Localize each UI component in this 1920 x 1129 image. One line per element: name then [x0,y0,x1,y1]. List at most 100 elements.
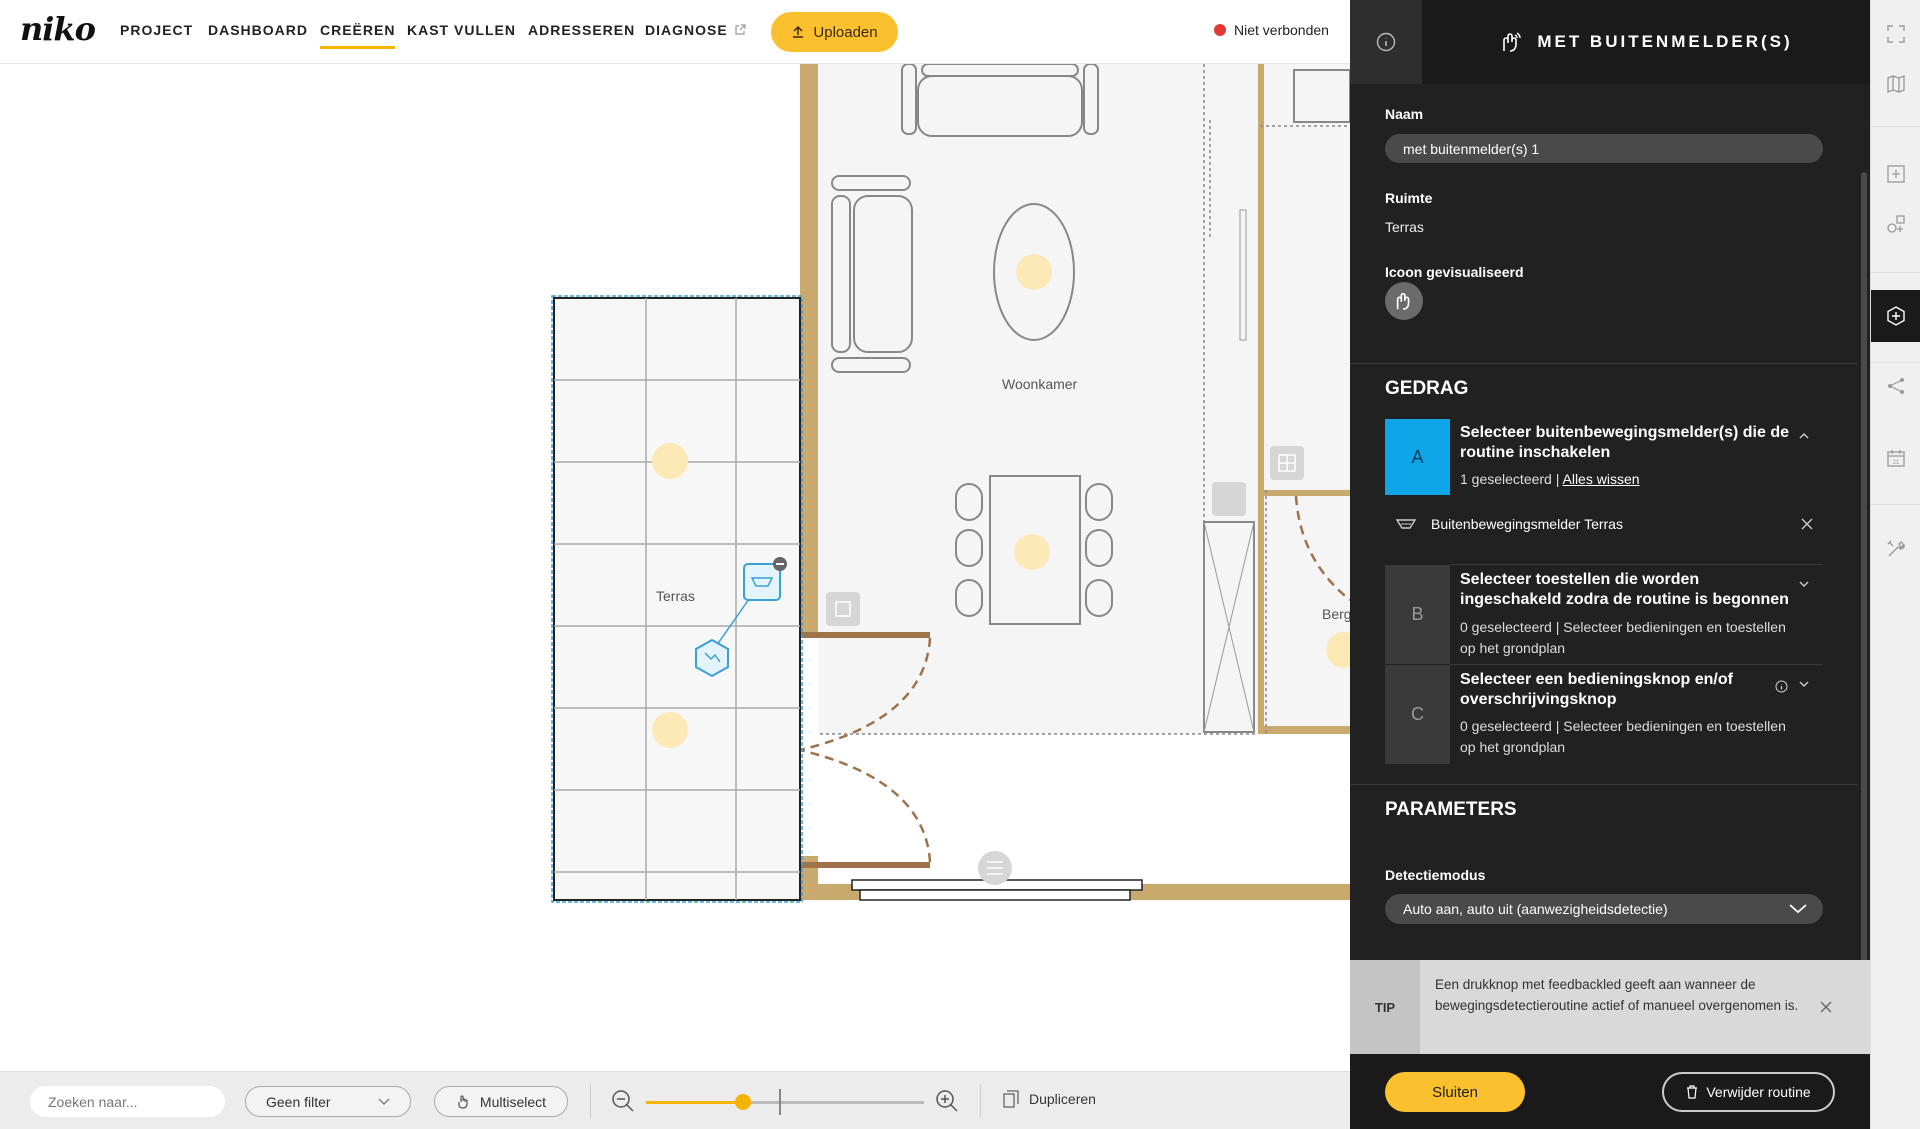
detection-mode-dropdown[interactable]: Auto aan, auto uit (aanwezigheidsdetecti… [1385,894,1823,924]
section-divider [1350,784,1857,785]
panel-scrollbar[interactable] [1861,172,1867,970]
outdoor-motion-detector-device[interactable] [742,600,782,640]
detection-mode-value: Auto aan, auto uit (aanwezigheidsdetecti… [1403,901,1668,917]
step-b-title[interactable]: Selecteer toestellen die worden ingescha… [1460,570,1800,610]
chevron-up-icon[interactable] [1798,430,1810,442]
outdoor-motion-detector-icon [1395,519,1417,529]
close-icon[interactable] [1820,1001,1832,1013]
zoom-in-icon[interactable] [934,1088,960,1114]
fullscreen-icon [1887,25,1905,43]
room-label-berg: Berg [1322,606,1350,622]
routine-properties-panel: MET BUITENMELDER(S) Naam met buitenmelde… [1350,0,1870,1129]
map-view-button[interactable] [1871,60,1920,108]
chevron-down-icon[interactable] [1798,678,1810,690]
step-b-badge: B [1385,565,1450,664]
parameters-heading: PARAMETERS [1385,799,1517,820]
nav-project[interactable]: PROJECT [120,22,193,38]
step-b-count: 0 geselecteerd | Selecteer bedieningen e… [1460,619,1786,656]
zoom-slider[interactable] [646,1089,924,1115]
clear-all-link[interactable]: Alles wissen [1563,471,1640,487]
routines-button-active[interactable] [1871,290,1920,342]
routine-node-icon[interactable] [694,640,730,680]
add-room-button[interactable] [1871,150,1920,198]
connections-button[interactable] [1871,362,1920,410]
behavior-heading: GEDRAG [1385,378,1469,399]
name-input[interactable]: met buitenmelder(s) 1 [1385,134,1823,163]
step-c-badge: C [1385,665,1450,764]
connection-status: Niet verbonden [1214,22,1329,38]
room-value: Terras [1385,219,1424,235]
filter-label: Geen filter [266,1093,331,1110]
nav-adresseren[interactable]: ADRESSEREN [528,22,635,38]
close-button[interactable]: Sluiten [1385,1072,1525,1112]
step-a-title[interactable]: Selecteer buitenbewegingsmelder(s) die d… [1460,423,1800,463]
connection-status-label: Niet verbonden [1234,22,1329,38]
top-navigation: niko PROJECT DASHBOARD CREËREN KAST VULL… [0,0,1350,64]
trash-icon [1687,1085,1698,1099]
share-nodes-icon [1888,378,1904,394]
visualized-icon-picker[interactable] [1385,282,1423,320]
zoom-slider-fill [646,1101,744,1104]
rail-divider [1871,504,1920,505]
nav-diagnose-label: DIAGNOSE [645,22,728,38]
filter-dropdown[interactable]: Geen filter [245,1086,411,1117]
add-shapes-icon [1887,215,1905,233]
multiselect-button[interactable]: Multiselect [434,1086,568,1117]
zoom-default-marker [779,1089,781,1115]
name-field-label: Naam [1385,106,1424,122]
info-icon [1376,32,1396,52]
step-a-count: 1 geselecteerd | [1460,471,1560,487]
upload-label: Uploaden [813,23,878,41]
tip-text: Een drukknop met feedbackled geeft aan w… [1435,977,1799,1013]
search-input[interactable] [30,1086,225,1117]
section-divider [1350,363,1857,364]
icon-field-label: Icoon gevisualiseerd [1385,264,1524,280]
bottom-toolbar: Geen filter Multiselect Dupliceren [0,1071,1350,1129]
step-a-badge: A [1385,419,1450,495]
toolbar-divider [980,1084,981,1118]
info-icon[interactable] [1775,680,1788,693]
panel-title: MET BUITENMELDER(S) [1537,32,1793,51]
step-c-title[interactable]: Selecteer een bedieningsknop en/of overs… [1460,670,1780,710]
tip-label: TIP [1350,960,1420,1054]
step-divider [1450,564,1823,565]
nav-kast-vullen[interactable]: KAST VULLEN [407,22,516,38]
duplicate-button[interactable]: Dupliceren [1003,1090,1096,1108]
zoom-out-icon[interactable] [610,1088,636,1114]
app-window: niko PROJECT DASHBOARD CREËREN KAST VULL… [0,0,1920,1129]
tools-icon [1887,540,1905,557]
nav-creeren[interactable]: CREËREN [320,22,396,49]
chevron-down-icon[interactable] [1798,578,1810,590]
nav-dashboard[interactable]: DASHBOARD [208,22,308,38]
add-square-icon [1887,165,1905,183]
room-label-woonkamer: Woonkamer [1002,376,1078,392]
detection-mode-label: Detectiemodus [1385,867,1486,883]
motion-hand-icon [1396,292,1410,310]
upload-button[interactable]: Uploaden [771,12,898,52]
zoom-slider-handle[interactable] [735,1094,752,1110]
rail-divider [1871,272,1920,273]
floorplan-drawing [551,64,1350,903]
info-button[interactable] [1350,0,1422,84]
add-device-button[interactable] [1871,200,1920,248]
delete-routine-button[interactable]: Verwijder routine [1662,1072,1835,1112]
panel-header: MET BUITENMELDER(S) [1422,0,1870,84]
nav-diagnose[interactable]: DIAGNOSE [645,22,746,38]
delete-routine-label: Verwijder routine [1706,1084,1811,1100]
calendar-button[interactable]: 21 [1871,434,1920,482]
floorplan-canvas[interactable]: Woonkamer Terras Berg [0,64,1350,1071]
selected-device-row: Buitenbewegingsmelder Terras [1385,504,1823,544]
add-routine-hexagon-icon [1887,306,1905,326]
step-c-count: 0 geselecteerd | Selecteer bedieningen e… [1460,718,1786,755]
toolbar-divider [590,1084,591,1118]
panel-body: Naam met buitenmelder(s) 1 Ruimte Terras… [1350,84,1870,970]
fullscreen-button[interactable] [1871,10,1920,58]
step-divider [1450,664,1823,665]
tool-rail: 21 [1870,0,1920,1129]
chevron-down-icon [378,1098,390,1105]
status-dot-icon [1214,24,1226,36]
step-a-selection: 1 geselecteerd | Alles wissen [1460,469,1800,490]
upload-icon [793,25,804,38]
close-icon[interactable] [1801,518,1813,530]
tools-button[interactable] [1871,525,1920,573]
